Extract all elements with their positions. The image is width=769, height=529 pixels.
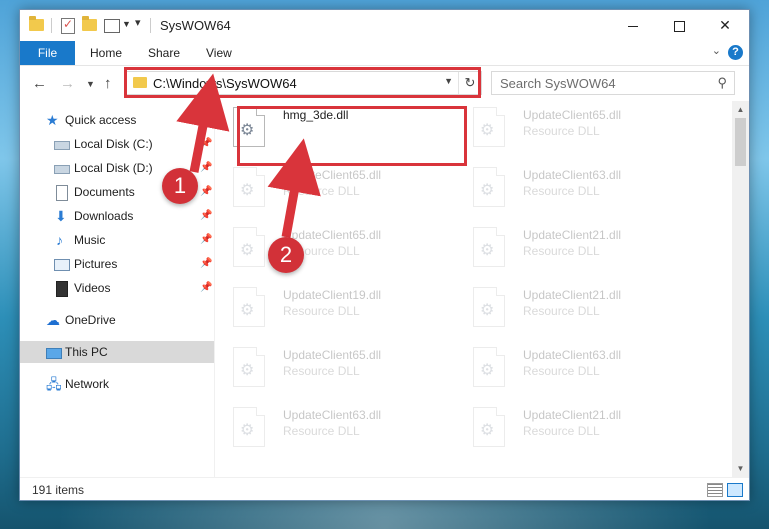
step-2-badge: 2 (268, 237, 304, 273)
arrow-step-1 (176, 73, 230, 173)
step-1-badge: 1 (162, 168, 198, 204)
annotation-arrows (176, 73, 321, 238)
arrow-step-2 (267, 138, 321, 238)
